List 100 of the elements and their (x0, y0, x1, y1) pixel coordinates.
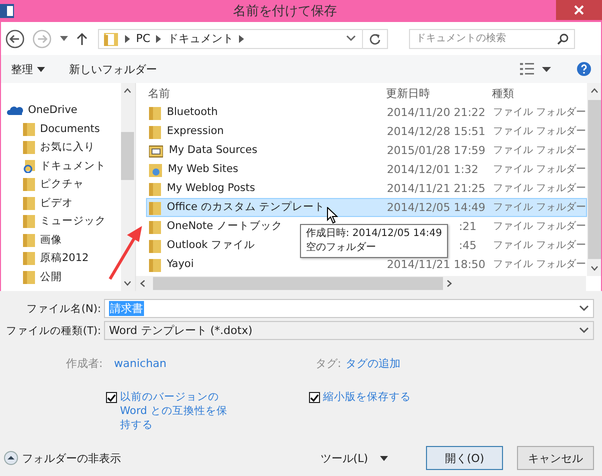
file-name: Outlook ファイル (166, 238, 256, 253)
window-title: 名前を付けて保存 (232, 3, 338, 20)
folder-icon (23, 122, 35, 136)
file-type: ファイル フォルダー (492, 163, 586, 177)
sidebar-item[interactable]: 公開 (1, 268, 121, 286)
modified-date: 2014/11/20 21:22 (386, 106, 486, 119)
sidebar-item[interactable]: ドキュメント (1, 156, 121, 175)
tools-button[interactable]: ツール(L) (314, 450, 394, 466)
author-value[interactable]: wanichan (114, 356, 166, 370)
web-folder-icon (148, 162, 162, 176)
folder-icon (148, 200, 161, 214)
data-folder-icon (148, 144, 163, 158)
dialog-button[interactable]: キャンセル (517, 446, 594, 470)
modified-date: 2014/11/21 18:50 (386, 258, 486, 271)
caret-icon (579, 327, 589, 334)
new-folder-button[interactable]: 新しいフォルダー (69, 60, 157, 78)
dropdown-icon[interactable] (542, 66, 551, 72)
refresh-icon[interactable] (369, 32, 381, 44)
file-name: My Web Sites (168, 162, 238, 177)
checkbox[interactable] (309, 392, 320, 403)
file-type: ファイル フォルダー (492, 258, 586, 272)
folder-icon (23, 232, 35, 247)
file-name: OneNote ノートブック (166, 219, 282, 234)
sidebar-item[interactable]: 原稿2012 (1, 249, 121, 268)
file-type: ファイル フォルダー (492, 201, 586, 215)
sidebar-item[interactable]: ピクチャ (1, 175, 121, 194)
modified-date: 2015/01/28 17:59 (386, 144, 486, 157)
folder-icon (23, 251, 35, 266)
add-tag-link[interactable]: タグの追加 (346, 356, 400, 370)
caret-icon (380, 456, 388, 460)
horizontal-scroll-bar[interactable] (136, 276, 586, 291)
breadcrumb[interactable]: PC (136, 32, 150, 45)
arrow-drawing (108, 225, 144, 281)
chevron-icon[interactable] (239, 34, 244, 42)
author-label: 作成者: (66, 356, 104, 370)
sidebar-item[interactable]: お気に入り (1, 138, 121, 156)
scroll-bar[interactable] (120, 83, 135, 291)
file-type-dropdown[interactable]: Word テンプレート (*.dotx) (104, 321, 594, 340)
dropdown-icon[interactable] (346, 35, 356, 42)
chevron-icon[interactable] (125, 34, 130, 42)
modified-date: :21 (458, 220, 477, 233)
search-icon (557, 32, 569, 44)
checkbox[interactable] (106, 392, 117, 403)
file-type: ファイル フォルダー (492, 182, 586, 196)
folder-icon (23, 214, 35, 228)
folder-icon (23, 177, 35, 192)
sidebar-item[interactable]: ミュージック (1, 212, 121, 230)
view-icon[interactable] (520, 63, 534, 75)
file-type: ファイル フォルダー (492, 125, 586, 139)
checkbox-label[interactable]: 縮小版を保存する (323, 390, 411, 404)
sync-folder-icon (23, 158, 35, 173)
file-type: ファイル フォルダー (492, 144, 586, 158)
close-icon (574, 5, 584, 15)
sidebar-item[interactable]: OneDrive (1, 101, 121, 120)
field-label: ファイル名(N): (25, 302, 102, 316)
file-type: ファイル フォルダー (492, 106, 586, 120)
folder-icon (23, 196, 35, 210)
checkbox-label[interactable]: 以前のバージョンの Word との互換性を保持する (120, 390, 236, 432)
modified-date: 2014/12/05 14:49 (386, 201, 486, 214)
tags-label: タグ: (316, 356, 342, 370)
back-icon[interactable] (5, 28, 25, 48)
folder-icon (103, 30, 119, 46)
sidebar-item[interactable]: Documents (1, 120, 121, 138)
folder-icon (148, 220, 161, 234)
file-row[interactable]: Office のカスタム テンプレート 2014/12/05 14:49 ファイル フォルダー (146, 198, 587, 217)
folder-icon (148, 238, 161, 252)
document-app-icon (0, 3, 14, 19)
column-header[interactable]: 種類 (492, 86, 587, 100)
dialog-button[interactable]: 開く(O) (426, 446, 503, 470)
sidebar-item[interactable]: ビデオ (1, 194, 121, 212)
file-name: Yayoi (166, 257, 194, 272)
folder-icon (148, 124, 161, 138)
folder-icon (148, 106, 161, 120)
sidebar-item[interactable]: 画像 (1, 230, 121, 249)
file-name: Office のカスタム テンプレート (166, 200, 326, 215)
dropdown-icon[interactable] (59, 36, 69, 42)
modified-date: 2014/11/21 21:25 (386, 182, 486, 195)
file-type: ファイル フォルダー (492, 220, 586, 234)
hide-folders-button[interactable]: フォルダーの非表示 (0, 450, 121, 466)
file-name: My Weblog Posts (166, 181, 256, 196)
column-header[interactable]: 名前 (148, 86, 386, 100)
modified-date: 2014/12/28 15:51 (386, 125, 486, 138)
folder-icon (23, 270, 35, 284)
help-icon[interactable] (577, 62, 591, 76)
filename-value: 請求書 (109, 301, 144, 316)
up-icon[interactable] (76, 32, 88, 46)
breadcrumb[interactable]: ドキュメント (167, 31, 234, 46)
folder-icon (148, 182, 161, 196)
close-button[interactable] (556, 0, 602, 20)
caret-icon (579, 305, 589, 312)
scroll-bar[interactable] (587, 83, 601, 276)
column-header[interactable]: 更新日時 (386, 86, 492, 100)
cloud-icon (7, 105, 23, 116)
mouse-pointer-icon (326, 207, 338, 224)
organize-button[interactable]: 整理 (11, 60, 45, 78)
chevron-icon[interactable] (156, 34, 162, 42)
address-bar[interactable]: PC ドキュメント (98, 28, 388, 48)
modified-date: :45 (458, 239, 477, 252)
search-field[interactable]: ドキュメントの検索 (409, 28, 575, 48)
file-type: ファイル フォルダー (492, 239, 586, 253)
